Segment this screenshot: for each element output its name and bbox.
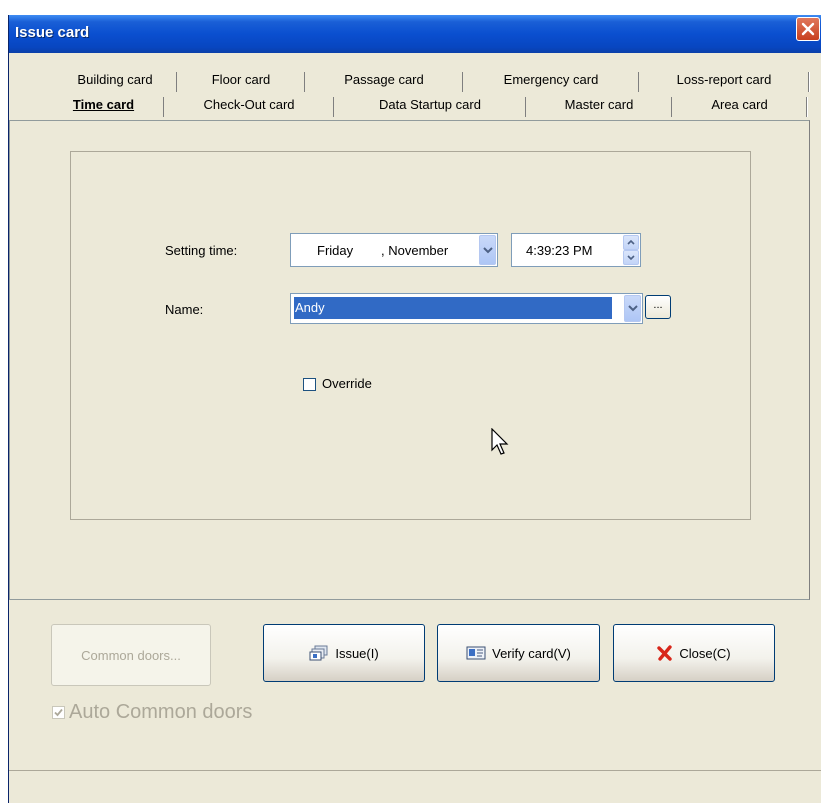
spin-down-icon [627,255,635,260]
tab-floor-card[interactable]: Floor card [177,69,305,93]
time-spinner[interactable] [623,235,639,265]
close-button[interactable]: Close(C) [613,624,775,682]
spin-down-button[interactable] [623,250,639,265]
tab-row-back: Building card Floor card Passage card Em… [53,69,809,93]
common-doors-button[interactable]: Common doors... [51,624,211,686]
id-card-icon [466,646,486,660]
title-bar[interactable]: Issue card [9,15,821,53]
override-checkbox[interactable] [303,378,316,391]
override-label: Override [322,376,372,391]
name-dropdown-button[interactable] [624,295,641,322]
close-icon [801,22,815,36]
checkmark-icon [54,708,63,717]
issue-label: Issue(I) [335,645,379,661]
tab-passage-card[interactable]: Passage card [305,69,463,93]
tab-area-card[interactable]: Area card [672,94,807,118]
auto-common-doors-checkbox[interactable] [52,706,65,719]
time-value: 4:39:23 PM [526,243,593,258]
issue-button[interactable]: Issue(I) [263,624,425,682]
time-picker[interactable]: 4:39:23 PM [511,233,641,267]
close-label: Close(C) [679,645,731,661]
time-card-groupbox: Setting time: Friday , November 4:39:23 … [70,151,751,520]
spin-up-icon [627,240,635,245]
tab-emergency-card[interactable]: Emergency card [463,69,639,93]
date-picker[interactable]: Friday , November [290,233,498,267]
common-doors-label: Common doors... [81,647,181,663]
auto-common-doors-label: Auto Common doors [69,701,253,723]
issue-card-window: Issue card Building card Floor card Pass… [8,15,821,803]
tab-row-front: Time card Check-Out card Data Startup ca… [43,94,809,118]
tab-loss-report-card[interactable]: Loss-report card [639,69,809,93]
dropdown-arrow-icon [482,246,493,253]
card-stack-icon [309,645,328,661]
name-combobox[interactable]: Andy [290,293,643,324]
window-title: Issue card [15,24,90,41]
date-month: , November [381,243,449,258]
name-value: Andy [295,300,325,315]
spin-up-button[interactable] [623,235,639,250]
tab-time-card[interactable]: Time card [43,94,164,118]
browse-name-button[interactable]: ... [645,295,671,319]
tab-data-startup-card[interactable]: Data Startup card [334,94,526,118]
mouse-cursor-icon [491,428,509,455]
bottom-divider [9,770,821,771]
dropdown-arrow-icon [627,305,638,312]
tab-panel: Setting time: Friday , November 4:39:23 … [9,120,810,600]
tab-building-card[interactable]: Building card [53,69,177,93]
name-selection: Andy [293,296,613,320]
date-dropdown-button[interactable] [479,235,496,265]
verify-card-button[interactable]: Verify card(V) [437,624,600,682]
red-x-icon [657,645,673,661]
window-close-button[interactable] [796,17,820,41]
tab-master-card[interactable]: Master card [526,94,672,118]
setting-time-label: Setting time: [165,243,238,258]
name-label: Name: [165,302,204,317]
date-day: Friday [317,243,354,258]
verify-label: Verify card(V) [492,645,571,661]
tab-check-out-card[interactable]: Check-Out card [164,94,334,118]
